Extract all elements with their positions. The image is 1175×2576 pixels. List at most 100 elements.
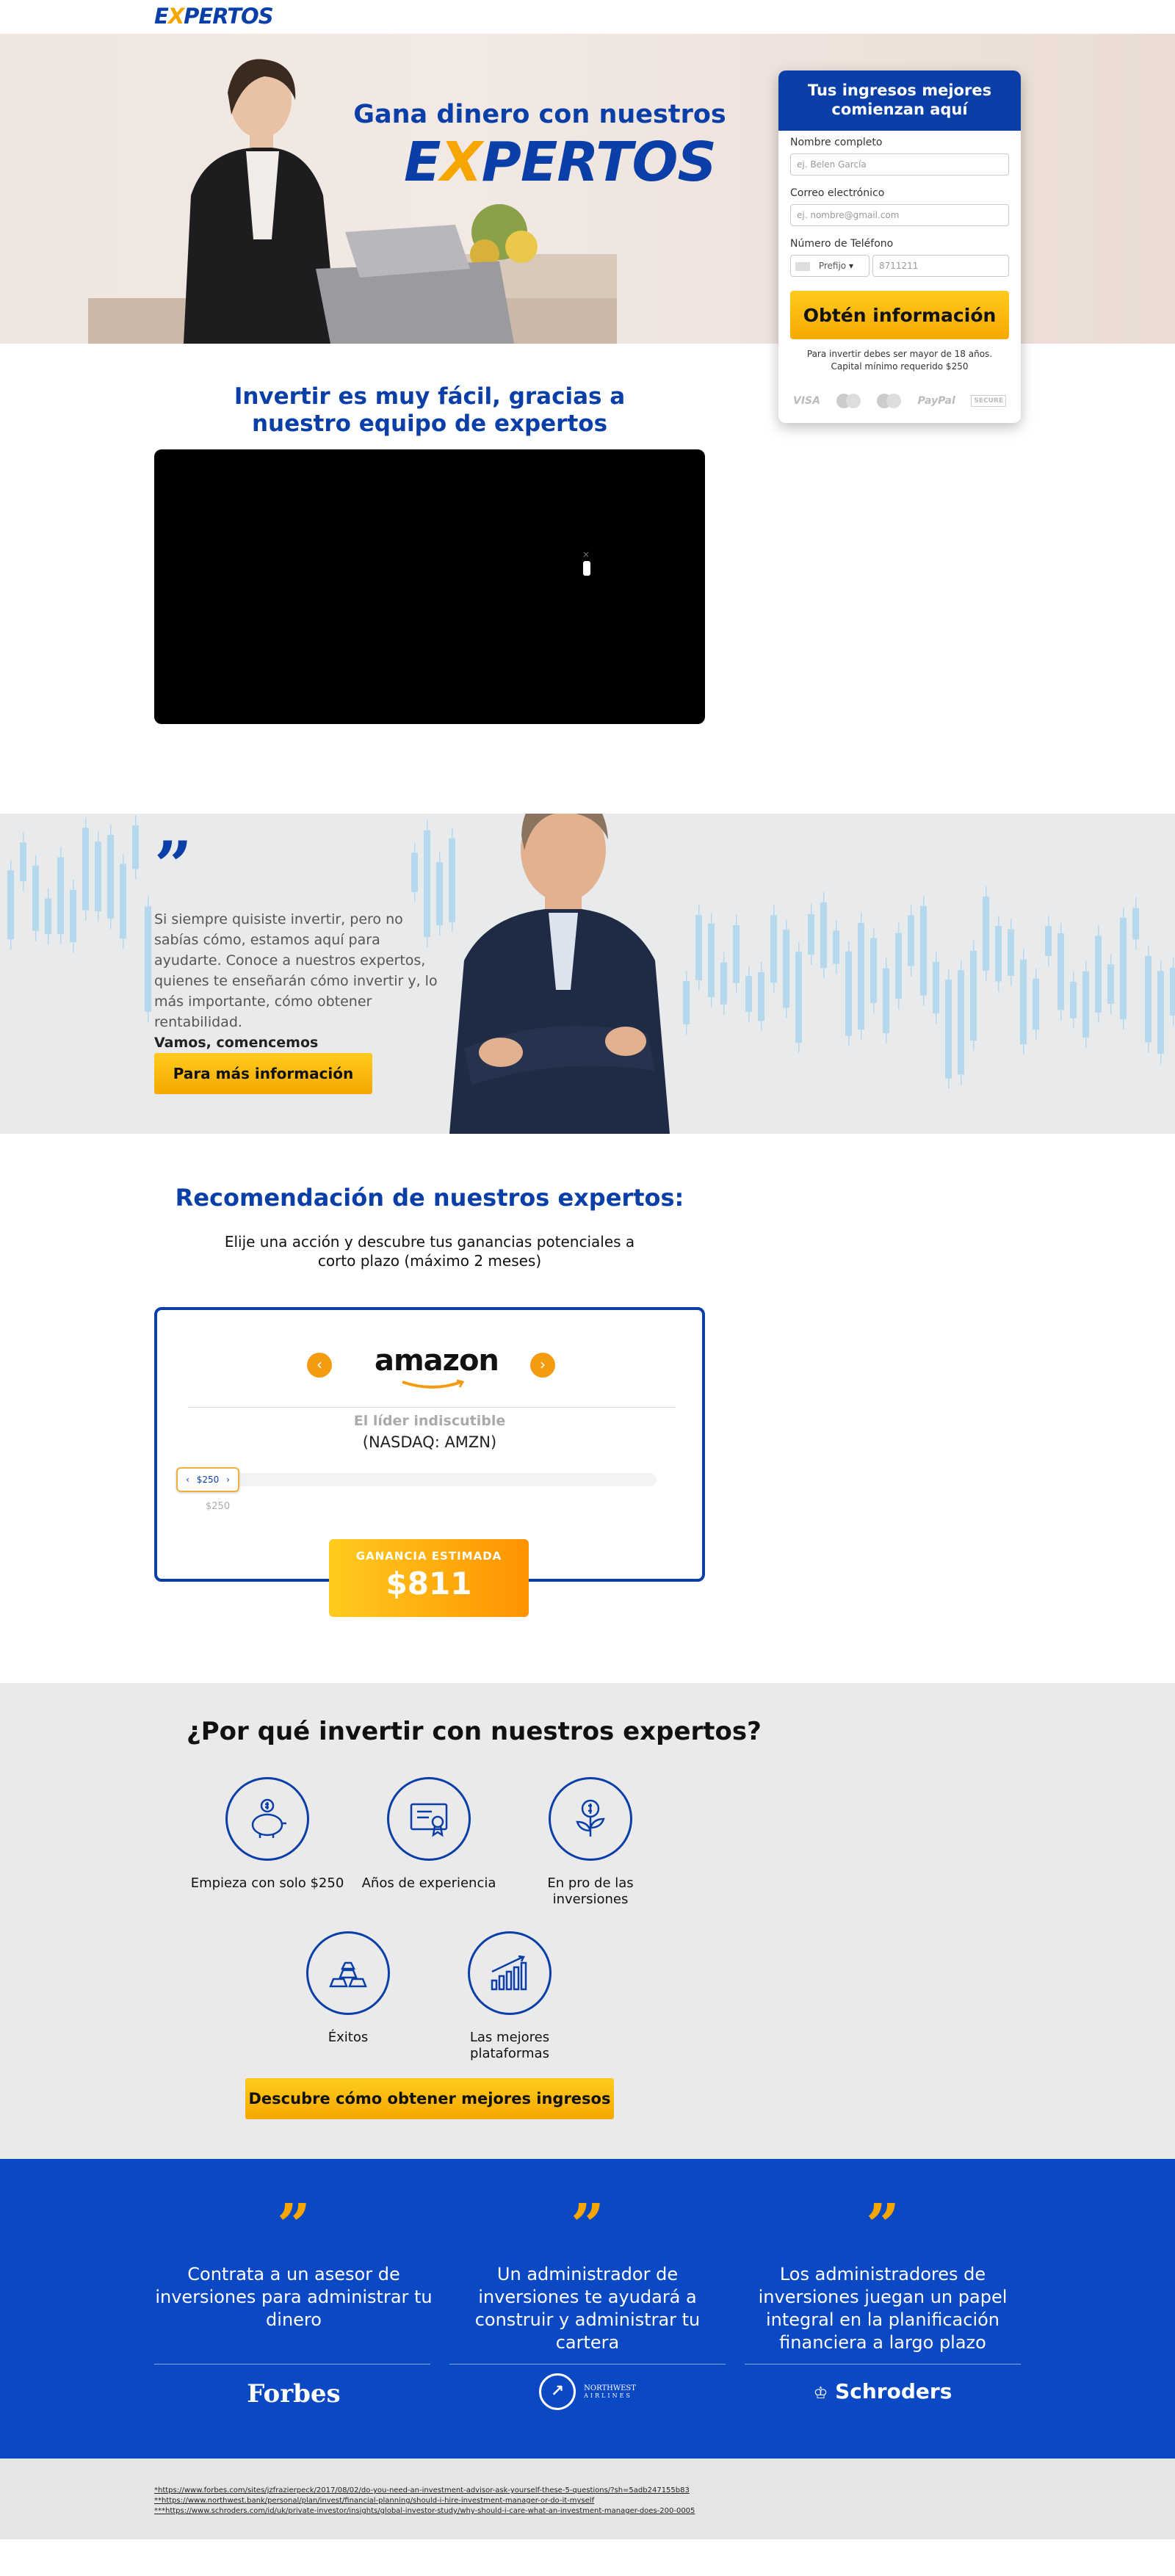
- testimonial-northwest: ” Un administrador de inversiones te ayu…: [448, 2190, 727, 2354]
- feature-label: En pro de las inversiones: [547, 1875, 634, 1907]
- email-label: Correo electrónico: [790, 187, 885, 199]
- testimonial-text: Contrata a un asesor de inversiones para…: [155, 2264, 433, 2330]
- growth-chart-icon: [468, 1931, 552, 2015]
- estimated-gain-box: GANANCIA ESTIMADA $811: [329, 1539, 529, 1617]
- hero-title: Gana dinero con nuestros: [353, 100, 726, 129]
- visa-icon: VISA: [793, 395, 820, 407]
- next-stock-button[interactable]: ›: [530, 1353, 555, 1378]
- northwest-emblem-icon: ↗: [539, 2373, 576, 2410]
- logo-text-rest: PERTOS: [184, 4, 273, 29]
- intro-quote-section: ” Si siempre quisiste invertir, pero no …: [0, 814, 1175, 1134]
- schroders-crest-icon: ♔: [813, 2384, 828, 2403]
- footer-references: *https://www.forbes.com/sites/jzfrazierp…: [0, 2459, 1175, 2539]
- phone-label: Número de Teléfono: [790, 238, 894, 250]
- video-player[interactable]: ×: [154, 449, 705, 724]
- testimonial-text: Un administrador de inversiones te ayuda…: [474, 2264, 701, 2353]
- chevron-left-icon: ‹: [317, 1356, 322, 1373]
- prev-stock-button[interactable]: ‹: [307, 1353, 332, 1378]
- northwest-sub: AIRLINES: [584, 2392, 632, 2399]
- feature-label: Las mejores plataformas: [469, 2030, 550, 2061]
- feature-label: Años de experiencia: [361, 1875, 496, 1891]
- northwest-logo: ↗ NORTHWEST AIRLINES: [448, 2373, 727, 2410]
- intro-quote-text: Si siempre quisiste invertir, pero no sa…: [154, 909, 448, 1053]
- feature-label: Éxitos: [328, 2030, 369, 2045]
- form-title: Tus ingresos mejores comienzan aquí: [778, 70, 1021, 131]
- submit-button[interactable]: Obtén información: [790, 291, 1009, 339]
- top-bar: EXPERTOS: [0, 0, 1175, 34]
- schroders-logo: ♔ Schroders: [743, 2379, 1022, 2403]
- feature-success: Éxitos: [267, 1931, 429, 2046]
- lead-form: Tus ingresos mejores comienzan aquí Nomb…: [778, 70, 1021, 423]
- gain-value: $811: [386, 1566, 472, 1602]
- prefix-select[interactable]: Prefijo ▾: [790, 255, 870, 277]
- male-expert-photo: [449, 814, 670, 1134]
- gain-label: GANANCIA ESTIMADA: [355, 1549, 502, 1563]
- page-bottom: [0, 2539, 1175, 2576]
- amazon-smile-icon: [402, 1379, 465, 1389]
- stock-tagline: El líder indiscutible: [353, 1413, 506, 1429]
- slider-value: $250: [196, 1475, 220, 1485]
- name-label: Nombre completo: [790, 137, 883, 148]
- certificate-icon: [387, 1777, 471, 1861]
- paypal-icon: PayPal: [917, 395, 955, 407]
- why-title: ¿Por qué invertir con nuestros expertos?: [187, 1717, 762, 1746]
- quote-icon: ”: [865, 2190, 900, 2260]
- email-field[interactable]: ej. nombre@gmail.com: [790, 204, 1009, 226]
- card-divider: [188, 1407, 676, 1408]
- hero-logo: EXPERTOS: [404, 131, 717, 194]
- quote-icon: ”: [276, 2190, 311, 2260]
- gold-bars-icon: [306, 1931, 390, 2015]
- divider: [745, 2364, 1021, 2365]
- hero-logo-x: X: [440, 131, 482, 194]
- form-note: Para invertir debes ser mayor de 18 años…: [806, 349, 993, 372]
- discover-button[interactable]: Descubre cómo obtener mejores ingresos: [245, 2078, 614, 2119]
- maestro-icon: [877, 394, 902, 408]
- header-logo[interactable]: EXPERTOS: [154, 4, 274, 29]
- flag-icon: [795, 261, 810, 271]
- testimonial-text: Los administradores de inversiones juega…: [758, 2264, 1008, 2353]
- quote-icon: ”: [570, 2190, 604, 2260]
- divider: [449, 2364, 726, 2365]
- why-section: ¿Por qué invertir con nuestros expertos?…: [0, 1683, 1175, 2159]
- name-field[interactable]: ej. Belen García: [790, 153, 1009, 176]
- testimonials-section: ” Contrata a un asesor de inversiones pa…: [0, 2159, 1175, 2459]
- hero-woman-photo: [88, 59, 617, 344]
- forbes-logo: Forbes: [247, 2379, 341, 2409]
- recommendation-title: Recomendación de nuestros expertos:: [175, 1184, 684, 1212]
- divider: [154, 2364, 430, 2365]
- feature-label: Empieza con solo $250: [190, 1875, 344, 1891]
- reference-link[interactable]: **https://www.northwest.bank/personal/pl…: [154, 2497, 594, 2505]
- chevron-right-icon: ›: [540, 1356, 546, 1373]
- video-section-title: Invertir es muy fácil, gracias a nuestro…: [234, 383, 626, 437]
- amazon-logo: amazon: [375, 1344, 499, 1378]
- money-plant-icon: [549, 1777, 632, 1861]
- logo-text: E: [154, 4, 169, 29]
- feature-experience: Años de experiencia: [348, 1777, 510, 1892]
- testimonial-schroders: ” Los administradores de inversiones jue…: [743, 2190, 1022, 2354]
- northwest-name: NORTHWEST: [584, 2384, 636, 2392]
- chevron-down-icon: ▾: [848, 261, 853, 271]
- piggy-bank-icon: [225, 1777, 309, 1861]
- amount-slider-handle[interactable]: ‹ $250 ›: [176, 1467, 239, 1492]
- secure-badge-icon: SECURE: [971, 395, 1006, 407]
- feature-start: Empieza con solo $250: [187, 1777, 348, 1892]
- hero-logo-rest: PERTOS: [481, 131, 717, 194]
- amount-slider-track[interactable]: [179, 1473, 657, 1486]
- chevron-left-icon: ‹: [186, 1475, 189, 1485]
- testimonial-forbes: ” Contrata a un asesor de inversiones pa…: [154, 2190, 433, 2331]
- recommendation-subtitle: Elije una acción y descubre tus ganancia…: [224, 1233, 635, 1270]
- more-info-button[interactable]: Para más información: [154, 1053, 372, 1094]
- intro-quote-body: Si siempre quisiste invertir, pero no sa…: [154, 911, 438, 1030]
- mastercard-icon: [836, 394, 861, 408]
- mouse-icon: [583, 561, 590, 576]
- slider-min-label: $250: [206, 1501, 231, 1512]
- phone-field[interactable]: 8711211: [872, 255, 1009, 277]
- reference-link[interactable]: ***https://www.schroders.com/id/uk/priva…: [154, 2507, 695, 2515]
- reference-link[interactable]: *https://www.forbes.com/sites/jzfrazierp…: [154, 2486, 690, 2494]
- intro-quote-bold: Vamos, comencemos: [154, 1035, 319, 1051]
- quote-icon: ”: [154, 827, 192, 905]
- prefix-label: Prefijo: [818, 261, 847, 271]
- feature-investments: En pro de las inversiones: [510, 1777, 671, 1908]
- close-icon[interactable]: ×: [582, 549, 590, 560]
- logo-x: X: [167, 4, 184, 29]
